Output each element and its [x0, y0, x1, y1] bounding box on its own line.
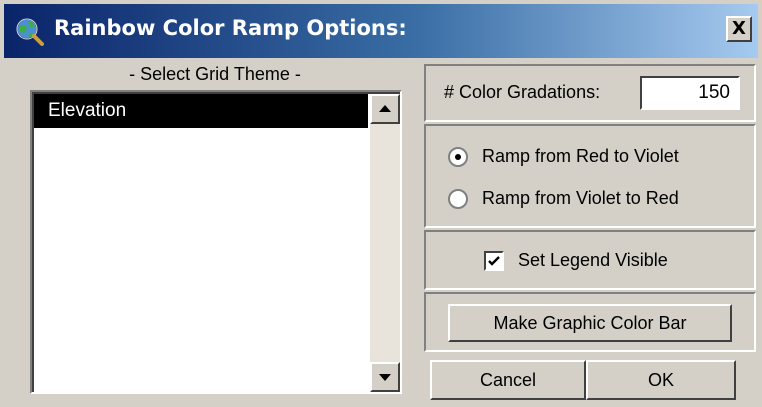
checkbox-checked[interactable] [484, 251, 504, 271]
window-title: Rainbow Color Ramp Options: [54, 16, 407, 40]
globe-magnifier-icon [14, 16, 44, 46]
gradations-group: # Color Gradations: 150 [424, 64, 756, 122]
dialog-window: Rainbow Color Ramp Options: X - Select G… [0, 0, 762, 407]
arrow-up-icon [379, 105, 391, 112]
ok-button[interactable]: OK [586, 360, 736, 400]
list-item-elevation[interactable]: Elevation [34, 94, 368, 128]
radio-label-violet-to-red: Ramp from Violet to Red [482, 188, 679, 208]
cancel-button[interactable]: Cancel [430, 360, 586, 400]
list-scrollbar[interactable] [370, 94, 400, 392]
legend-visible-label: Set Legend Visible [518, 250, 668, 270]
grid-theme-label: - Select Grid Theme - [129, 64, 301, 84]
title-bar[interactable]: Rainbow Color Ramp Options: X [4, 4, 758, 58]
legend-group: Set Legend Visible [424, 230, 756, 290]
scroll-down-button[interactable] [370, 362, 400, 392]
checkmark-icon [488, 256, 500, 266]
colorbar-group: Make Graphic Color Bar [424, 292, 756, 352]
close-button[interactable]: X [726, 16, 752, 42]
scroll-up-button[interactable] [370, 94, 400, 124]
make-color-bar-button[interactable]: Make Graphic Color Bar [448, 304, 732, 342]
gradations-label: # Color Gradations: [444, 82, 601, 102]
gradations-input[interactable]: 150 [640, 76, 740, 110]
radio-label-red-to-violet: Ramp from Red to Violet [482, 146, 679, 166]
arrow-down-icon [379, 374, 391, 381]
ramp-direction-group: Ramp from Red to Violet Ramp from Violet… [424, 124, 756, 228]
grid-theme-list[interactable]: Elevation [30, 90, 402, 394]
close-icon: X [732, 18, 746, 39]
radio-button-checked[interactable] [448, 147, 468, 167]
radio-button-unchecked[interactable] [448, 189, 468, 209]
